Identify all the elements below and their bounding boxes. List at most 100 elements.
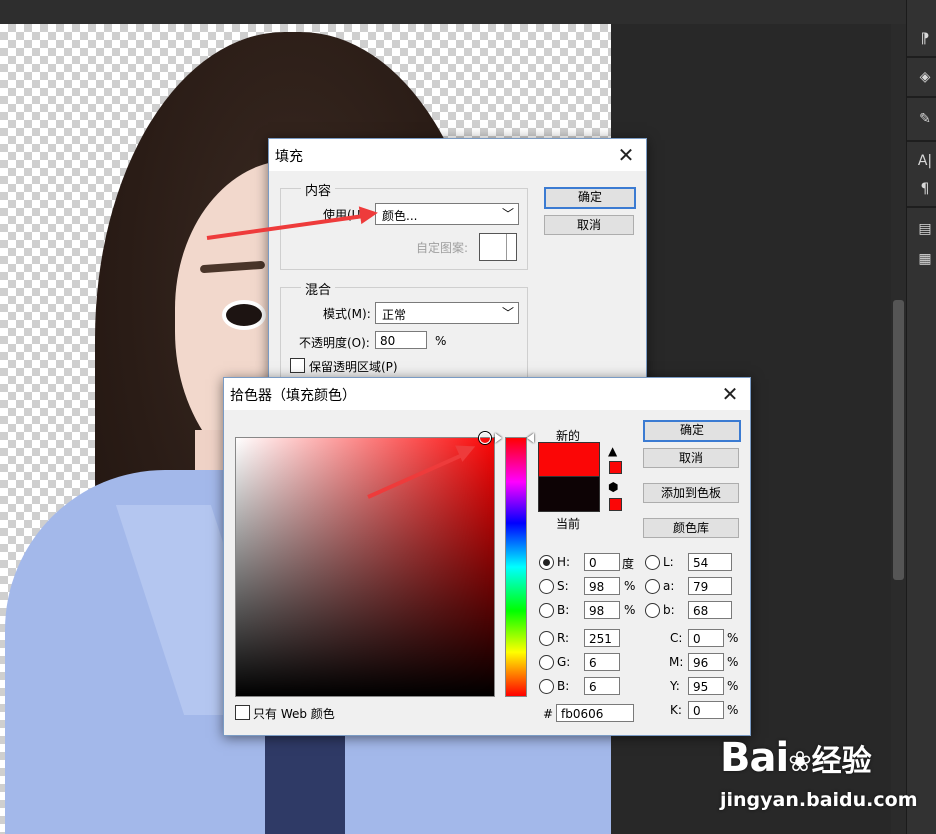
h-label: H: <box>557 555 571 569</box>
h-input[interactable]: 0 <box>584 553 620 571</box>
lab-b-radio[interactable] <box>645 603 660 618</box>
a-label: a: <box>663 579 675 593</box>
blending-group-title: 混合 <box>301 279 336 298</box>
annotation-arrowhead-1 <box>358 203 380 225</box>
l-input[interactable]: 54 <box>688 553 732 571</box>
rgb-b-input[interactable]: 6 <box>584 677 620 695</box>
k-input[interactable]: 0 <box>688 701 724 719</box>
character-style-icon[interactable]: ⁋ <box>915 28 935 50</box>
custom-pattern-picker <box>479 233 517 261</box>
blending-group: 混合 模式(M): 正常 ﹀ 不透明度(O): 80 % 保留透明区域(P) <box>280 279 528 389</box>
current-color-swatch[interactable] <box>538 476 600 512</box>
s-radio[interactable] <box>539 579 554 594</box>
warning-icon: ▲ <box>608 444 618 458</box>
opacity-unit: % <box>435 334 447 348</box>
hue-slider[interactable] <box>505 437 527 697</box>
chevron-down-icon: ﹀ <box>501 207 514 221</box>
y-label: Y: <box>670 679 680 693</box>
use-select-value: 颜色... <box>382 209 418 223</box>
use-select[interactable]: 颜色... ﹀ <box>375 203 519 225</box>
hex-label: # <box>543 707 554 721</box>
custom-pattern-label: 自定图案: <box>416 241 469 255</box>
opacity-input[interactable]: 80 <box>375 331 427 349</box>
h-unit: 度 <box>622 557 635 571</box>
document-tab-bar <box>0 0 906 25</box>
paragraph-icon[interactable]: ¶ <box>915 178 935 200</box>
close-icon[interactable]: ✕ <box>716 380 744 408</box>
fill-cancel-button[interactable]: 取消 <box>544 215 634 235</box>
a-input[interactable]: 79 <box>688 577 732 595</box>
mode-select[interactable]: 正常 ﹀ <box>375 302 519 324</box>
color-field-marker[interactable] <box>479 432 491 444</box>
current-color-label: 当前 <box>556 517 581 531</box>
brush-preset-icon[interactable]: ✎ <box>915 108 935 130</box>
color-picker-title: 拾色器（填充颜色） <box>230 388 356 404</box>
b-label: B: <box>557 603 570 617</box>
preserve-transparency-checkbox[interactable] <box>290 358 305 373</box>
close-icon[interactable]: ✕ <box>612 141 640 169</box>
rgb-b-radio[interactable] <box>539 679 554 694</box>
scrollbar-thumb[interactable] <box>893 300 904 580</box>
properties-icon[interactable]: ▤ <box>915 218 935 240</box>
photo-eye <box>222 300 266 330</box>
l-radio[interactable] <box>645 555 660 570</box>
m-input[interactable]: 96 <box>688 653 724 671</box>
y-unit: % <box>727 679 739 693</box>
c-input[interactable]: 0 <box>688 629 724 647</box>
fill-ok-button[interactable]: 确定 <box>544 187 636 209</box>
fill-dialog-title: 填充 <box>275 149 303 165</box>
k-label: K: <box>670 703 682 717</box>
c-label: C: <box>670 631 683 645</box>
hue-slider-left-handle[interactable] <box>495 433 502 443</box>
k-unit: % <box>727 703 739 717</box>
lab-b-input[interactable]: 68 <box>688 601 732 619</box>
right-panel-dock: ⁋ ◈ ✎ A| ¶ ▤ ▦ <box>906 0 936 834</box>
saturation-brightness-field[interactable] <box>235 437 495 697</box>
lab-b-label: b: <box>663 603 675 617</box>
watermark-logo-text: Bai <box>720 735 789 781</box>
y-input[interactable]: 95 <box>688 677 724 695</box>
r-radio[interactable] <box>539 631 554 646</box>
new-color-swatch <box>538 442 600 477</box>
add-to-swatches-button[interactable]: 添加到色板 <box>643 483 739 503</box>
watermark-logo-suffix: 经验 <box>811 744 872 779</box>
mode-select-value: 正常 <box>382 308 407 322</box>
notes-icon[interactable]: ▦ <box>915 248 935 270</box>
b-radio[interactable] <box>539 603 554 618</box>
s-label: S: <box>557 579 569 593</box>
chevron-down-icon: ﹀ <box>501 306 514 320</box>
color-picker-titlebar[interactable]: 拾色器（填充颜色） ✕ <box>224 378 750 410</box>
gamut-warning-swatch[interactable] <box>609 461 622 474</box>
a-radio[interactable] <box>645 579 660 594</box>
web-safe-swatch[interactable] <box>609 498 622 511</box>
b-input[interactable]: 98 <box>584 601 620 619</box>
m-unit: % <box>727 655 739 669</box>
web-safe-cube-icon: ⬢ <box>608 480 619 494</box>
watermark-url: jingyan.baidu.com <box>720 789 918 811</box>
rgb-b-label: B: <box>557 679 570 693</box>
color-picker-dialog: 拾色器（填充颜色） ✕ 新的 当前 ▲ ⬢ 确定 取消 添加到色板 颜色库 H:… <box>223 377 751 736</box>
only-web-colors-label: 只有 Web 颜色 <box>253 707 335 721</box>
picker-cancel-button[interactable]: 取消 <box>643 448 739 468</box>
contents-group-title: 内容 <box>301 180 336 199</box>
s-input[interactable]: 98 <box>584 577 620 595</box>
hex-input[interactable]: fb0606 <box>556 704 634 722</box>
fill-dialog: 填充 ✕ 内容 使用(U): 颜色... ﹀ 自定图案: 混合 模式(M): 正… <box>268 138 647 389</box>
mode-label: 模式(M): <box>323 307 371 321</box>
g-label: G: <box>557 655 571 669</box>
color-libraries-button[interactable]: 颜色库 <box>643 518 739 538</box>
r-input[interactable]: 251 <box>584 629 620 647</box>
g-input[interactable]: 6 <box>584 653 620 671</box>
g-radio[interactable] <box>539 655 554 670</box>
contents-group: 内容 使用(U): 颜色... ﹀ 自定图案: <box>280 180 528 270</box>
hue-slider-right-handle[interactable] <box>527 433 534 443</box>
only-web-colors-checkbox[interactable] <box>235 705 250 720</box>
r-label: R: <box>557 631 570 645</box>
picker-ok-button[interactable]: 确定 <box>643 420 741 442</box>
character-icon[interactable]: A| <box>915 150 935 172</box>
c-unit: % <box>727 631 739 645</box>
3d-cube-icon[interactable]: ◈ <box>915 66 935 88</box>
fill-dialog-titlebar[interactable]: 填充 ✕ <box>269 139 646 171</box>
preserve-transparency-label: 保留透明区域(P) <box>309 360 398 374</box>
h-radio[interactable] <box>539 555 554 570</box>
